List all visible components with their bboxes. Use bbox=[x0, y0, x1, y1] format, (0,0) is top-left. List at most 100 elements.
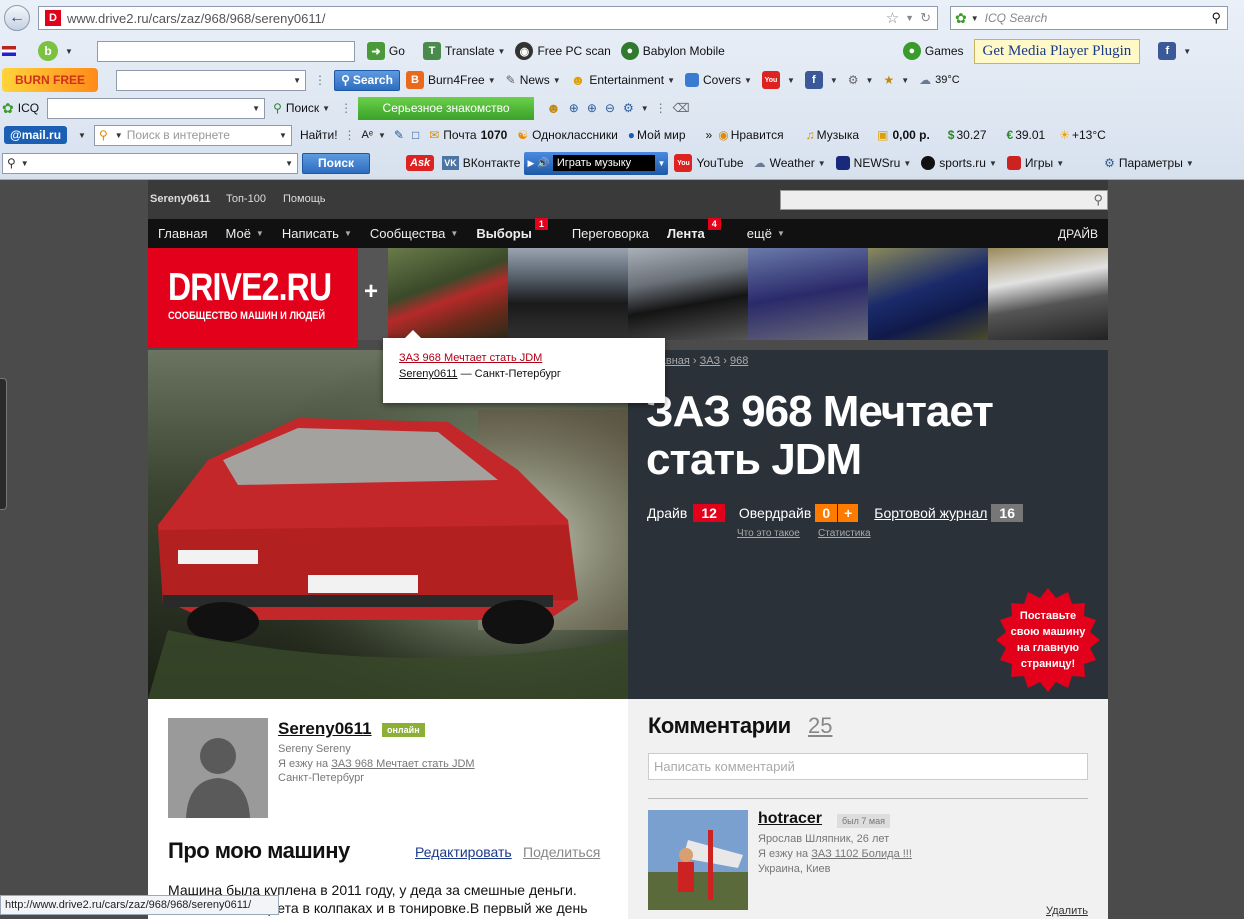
drive2-logo[interactable]: DRIVE2.RU СООБЩЕСТВО МАШИН И ЛЮДЕЙ bbox=[148, 248, 358, 348]
dropdown-icon[interactable]: ▼ bbox=[65, 47, 73, 56]
share-link[interactable]: Поделиться bbox=[523, 844, 600, 860]
dropdown-icon[interactable]: ▼ bbox=[787, 76, 795, 85]
vkontakte-button[interactable]: ВКонтакте bbox=[463, 156, 521, 170]
burn4free-menu[interactable]: Burn4Free ▼ bbox=[428, 73, 496, 87]
nravitsya-button[interactable]: Нравится bbox=[731, 128, 784, 142]
money-value[interactable]: 0,00 р. bbox=[892, 128, 929, 142]
help-link[interactable]: Помощь bbox=[283, 193, 326, 205]
side-panel-handle[interactable] bbox=[0, 378, 7, 510]
owner-username[interactable]: Sereny0611 bbox=[278, 719, 372, 739]
nav-more[interactable]: ещё ▼ bbox=[747, 226, 785, 241]
overdrive-count[interactable]: 0 bbox=[815, 504, 838, 522]
zoom-in-icon[interactable]: ⊕ bbox=[587, 101, 597, 115]
nav-elections[interactable]: Выборы 1 bbox=[476, 218, 548, 241]
odnoklassniki-button[interactable]: Одноклассники bbox=[532, 128, 618, 142]
facebook-icon[interactable]: f bbox=[804, 71, 823, 89]
dropdown-icon[interactable]: ▼ bbox=[905, 13, 914, 23]
nav-communities[interactable]: Сообщества ▼ bbox=[370, 226, 458, 241]
journal-link[interactable]: Бортовой журнал bbox=[874, 505, 987, 521]
breadcrumb-968[interactable]: 968 bbox=[730, 355, 748, 367]
moy-mir-button[interactable]: Мой мир bbox=[637, 128, 685, 142]
dropdown-icon[interactable]: ▼ bbox=[641, 104, 649, 113]
temperature[interactable]: +13°C bbox=[1072, 128, 1106, 142]
find-button[interactable]: Найти! bbox=[300, 128, 338, 142]
news-menu[interactable]: News ▼ bbox=[520, 73, 561, 87]
reload-icon[interactable]: ↻ bbox=[920, 10, 931, 26]
dropdown-icon[interactable]: ▼ bbox=[866, 76, 874, 85]
mailru-search-input[interactable]: ⚲ ▼ Поиск в интернете ▼ bbox=[93, 124, 292, 146]
music-player[interactable]: ▶ 🔊 Играть музыку ▼ bbox=[524, 151, 669, 175]
dropdown-icon[interactable]: ▼ bbox=[293, 76, 301, 85]
what-is-link[interactable]: Что это такое bbox=[737, 528, 800, 539]
nav-home[interactable]: Главная bbox=[158, 226, 207, 241]
params-button[interactable]: Параметры ▼ bbox=[1119, 156, 1194, 170]
dropdown-icon[interactable]: ▼ bbox=[830, 76, 838, 85]
burn4free-input[interactable]: ▼ bbox=[116, 69, 306, 91]
play-icon[interactable]: ▶ bbox=[527, 158, 534, 169]
free-pc-scan-button[interactable]: Free PC scan bbox=[537, 44, 610, 58]
nav-talk[interactable]: Переговорка bbox=[572, 226, 649, 241]
page-icon[interactable]: □ bbox=[412, 128, 419, 142]
drive-label[interactable]: Драйв bbox=[647, 505, 687, 521]
car-thumb-suv[interactable] bbox=[508, 248, 628, 340]
chevron-down-icon[interactable]: ▼ bbox=[658, 159, 666, 168]
entertainment-menu[interactable]: Entertainment ▼ bbox=[589, 73, 675, 87]
tooltip-user[interactable]: Sereny0611 bbox=[399, 368, 458, 380]
search-icon[interactable]: ⚲ bbox=[1093, 192, 1103, 208]
comment-input[interactable]: Написать комментарий bbox=[648, 753, 1088, 780]
nav-mine[interactable]: Моё ▼ bbox=[225, 226, 263, 241]
breadcrumb-zaz[interactable]: ЗАЗ bbox=[700, 355, 721, 367]
delete-comment-link[interactable]: Удалить bbox=[1046, 905, 1088, 917]
ask-icon[interactable]: Ask bbox=[406, 155, 435, 171]
covers-menu[interactable]: Covers ▼ bbox=[703, 73, 752, 87]
commenter-avatar[interactable] bbox=[648, 810, 748, 910]
star-icon[interactable]: ☆ bbox=[886, 9, 899, 27]
search-button[interactable]: ⚲ Search bbox=[334, 69, 400, 91]
youtube-button[interactable]: YouTube bbox=[696, 156, 743, 170]
nav-feed[interactable]: Лента 4 bbox=[667, 218, 721, 241]
comments-count[interactable]: 25 bbox=[808, 713, 832, 739]
dropdown-icon[interactable]: ▼ bbox=[252, 104, 260, 113]
zoom-icon[interactable]: ⊕ bbox=[569, 101, 579, 115]
gamepad-icon[interactable]: ⚙ bbox=[848, 73, 859, 87]
owner-car-link[interactable]: ЗАЗ 968 Мечтает стать JDM bbox=[331, 758, 474, 770]
facebook-icon[interactable]: f bbox=[1158, 42, 1177, 60]
games-button[interactable]: Игры ▼ bbox=[1025, 156, 1064, 170]
ask-search-input[interactable]: ⚲ ▼ ▼ bbox=[2, 152, 298, 174]
nav-write[interactable]: Написать ▼ bbox=[282, 226, 352, 241]
go-icon[interactable]: ➜ bbox=[366, 42, 385, 60]
car-thumb-zaz[interactable] bbox=[388, 248, 508, 340]
user-link[interactable]: Sereny0611 bbox=[150, 193, 211, 205]
zoom-out-icon[interactable]: ⊖ bbox=[605, 101, 615, 115]
eraser-icon[interactable]: ⌫ bbox=[673, 101, 690, 115]
icq-label[interactable]: ICQ bbox=[18, 101, 39, 115]
dating-button[interactable]: Серьезное знакомство bbox=[358, 96, 535, 120]
dropdown-icon[interactable]: ▼ bbox=[78, 131, 86, 140]
babylon-input[interactable] bbox=[96, 40, 355, 62]
car-thumb-blue-sedan[interactable] bbox=[868, 248, 988, 340]
car-thumb-convertible[interactable] bbox=[748, 248, 868, 340]
back-button[interactable]: ← bbox=[4, 5, 30, 31]
gamepad-icon[interactable]: ⚙ bbox=[623, 101, 634, 115]
edit-link[interactable]: Редактировать bbox=[415, 844, 512, 860]
commenter-username[interactable]: hotracer bbox=[758, 810, 822, 828]
weather-temp[interactable]: 39°C bbox=[935, 74, 960, 86]
usd-rate[interactable]: 30.27 bbox=[956, 128, 986, 142]
newsru-button[interactable]: NEWSru ▼ bbox=[854, 156, 912, 170]
overdrive-plus-button[interactable]: + bbox=[838, 504, 859, 522]
car-thumb-art-car[interactable] bbox=[988, 248, 1108, 340]
pen-icon[interactable]: ✎ bbox=[394, 128, 404, 142]
search-icon[interactable]: ⚲ bbox=[1211, 10, 1221, 26]
babylon-icon[interactable]: b bbox=[38, 41, 58, 61]
dropdown-icon[interactable]: ▼ bbox=[378, 131, 386, 140]
music-button[interactable]: Музыка bbox=[817, 128, 859, 142]
mailru-logo[interactable]: @mail.ru bbox=[4, 126, 68, 144]
sports-button[interactable]: sports.ru ▼ bbox=[939, 156, 997, 170]
dropdown-icon[interactable]: ▼ bbox=[901, 76, 909, 85]
mask-icon[interactable]: ☻ bbox=[546, 100, 561, 116]
dropdown-icon[interactable]: ▼ bbox=[1183, 47, 1191, 56]
babylon-mobile-button[interactable]: Babylon Mobile bbox=[643, 44, 725, 58]
volume-icon[interactable]: 🔊 bbox=[537, 158, 549, 169]
tooltip-title[interactable]: ЗАЗ 968 Мечтает стать JDM bbox=[399, 352, 649, 364]
commenter-car-link[interactable]: ЗАЗ 1102 Болида !!! bbox=[811, 848, 912, 860]
